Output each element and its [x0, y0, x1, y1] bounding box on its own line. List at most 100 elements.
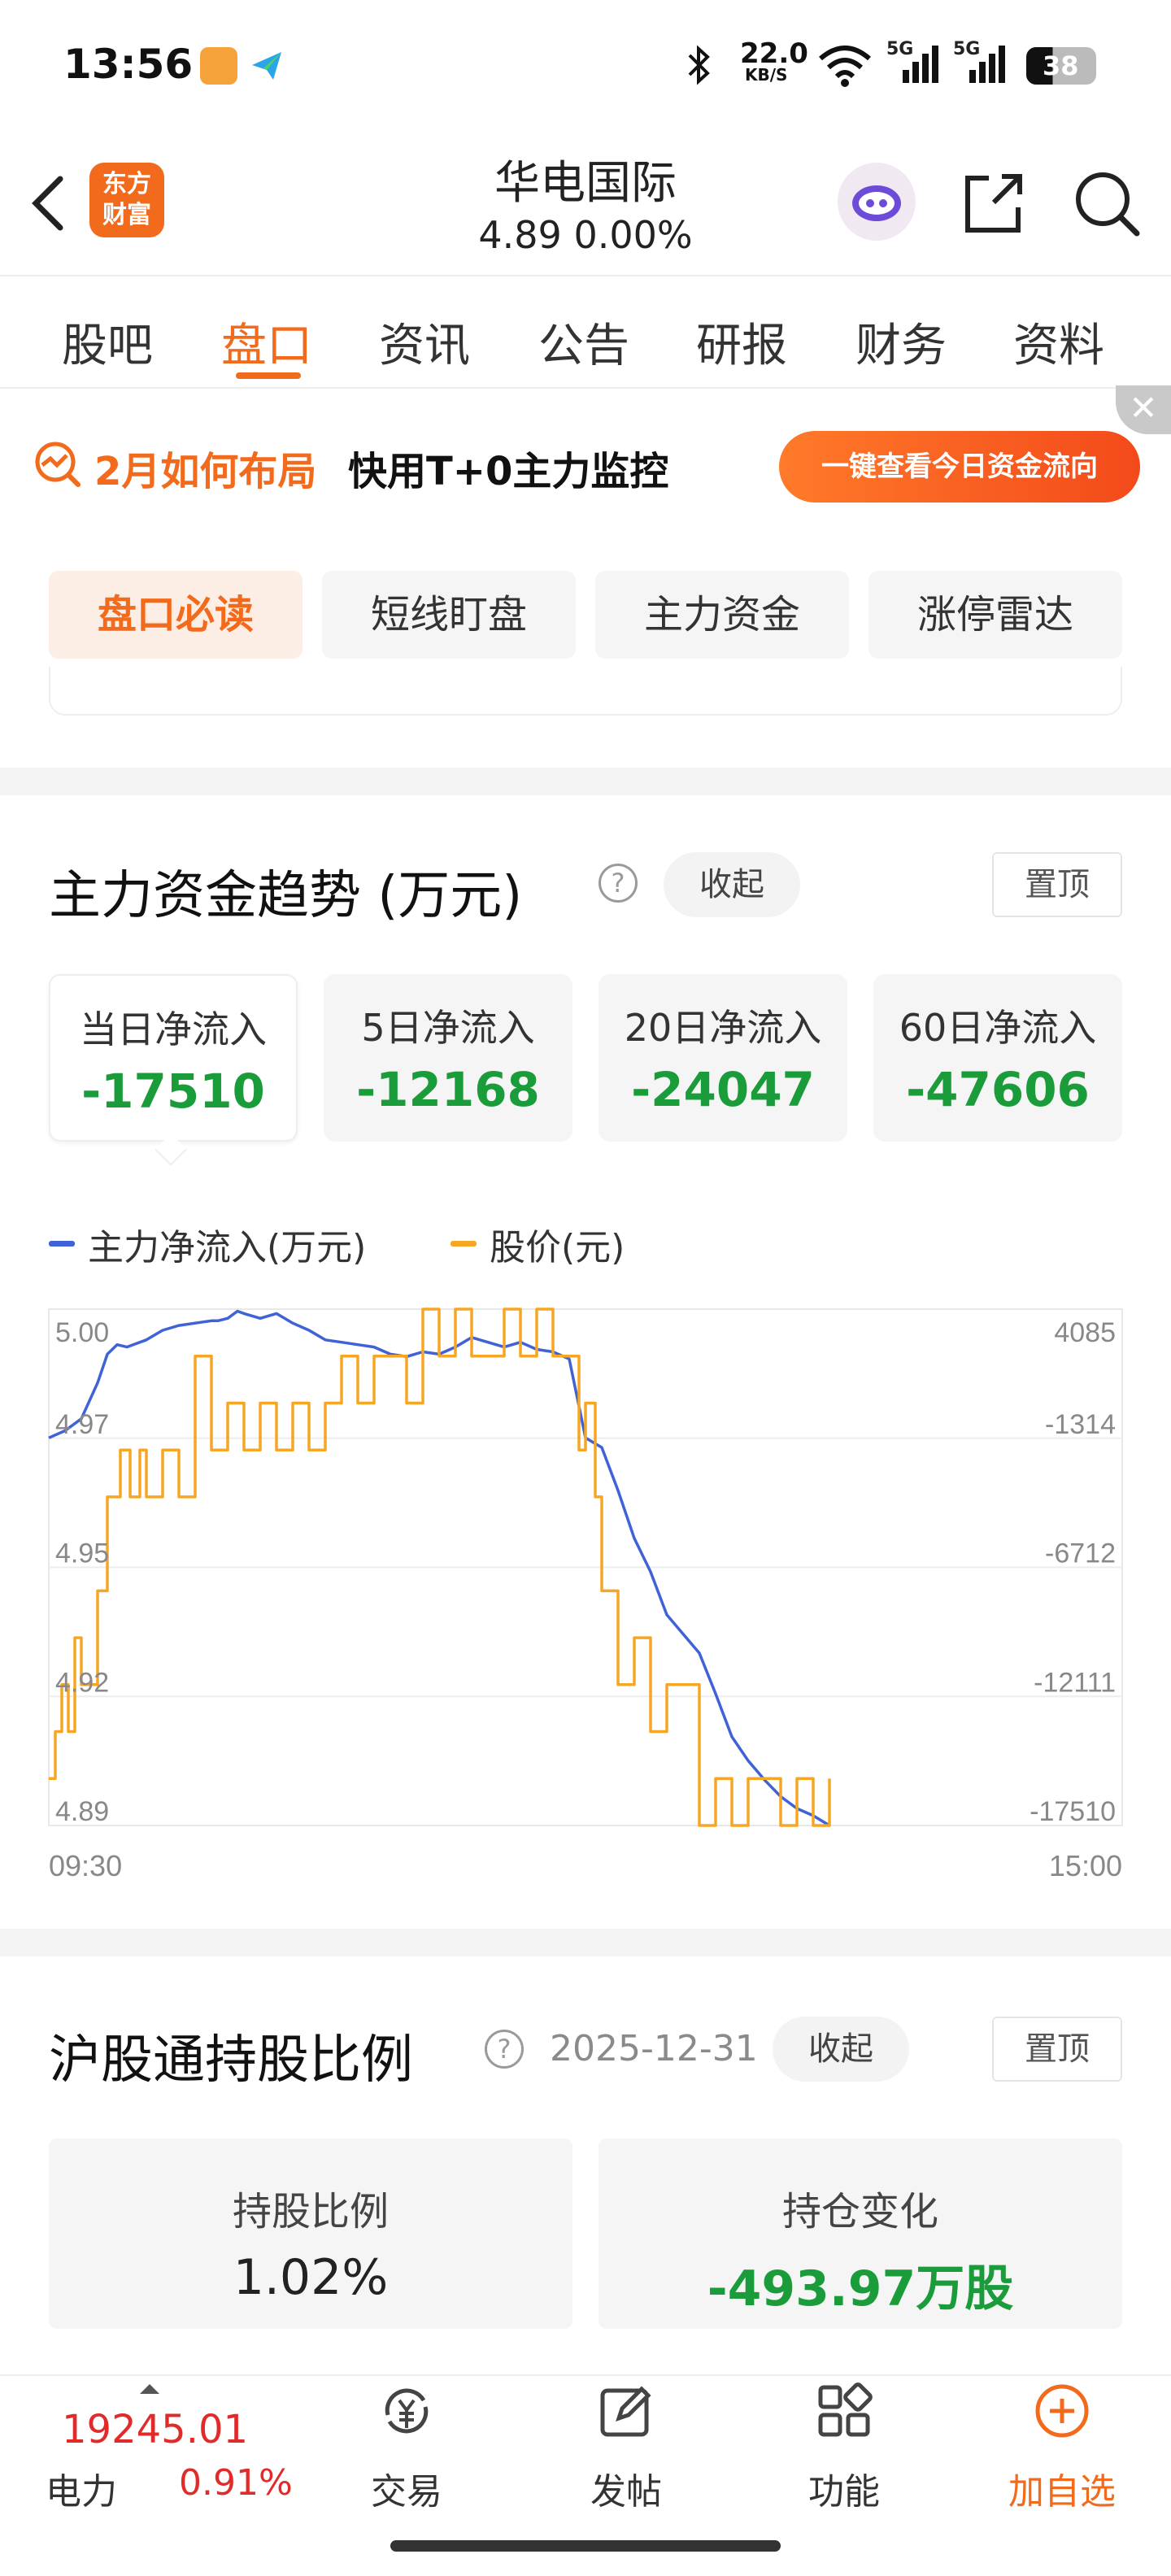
y-right-tick-label: -17510 — [1030, 1796, 1116, 1827]
legend-swatch-netflow — [49, 1241, 75, 1247]
search-icon[interactable] — [1070, 167, 1143, 240]
promo-cta-button[interactable]: 一键查看今日资金流向 — [779, 431, 1140, 503]
flow-card-label: 当日净流入 — [80, 1007, 267, 1051]
flow-collapse-button[interactable]: 收起 — [664, 852, 800, 917]
tab-news[interactable]: 资讯 — [379, 309, 470, 375]
flow-card-value: -47606 — [906, 1062, 1090, 1117]
promo-chart-icon — [35, 442, 81, 487]
back-icon[interactable] — [24, 171, 73, 236]
flow-card-20d[interactable]: 20日净流入 -24047 — [599, 974, 847, 1142]
promo-close-button[interactable]: ✕ — [1116, 385, 1171, 434]
card-bottom-edge — [49, 667, 1122, 716]
nav-post-label: 发帖 — [590, 2471, 662, 2513]
holding-change-label: 持仓变化 — [781, 2189, 938, 2234]
stock-price: 4.89 0.00% — [478, 213, 693, 257]
send-notification-icon — [249, 47, 286, 85]
status-time: 13:56 — [63, 41, 194, 88]
tab-announcements[interactable]: 公告 — [538, 309, 629, 375]
tab-profile[interactable]: 资料 — [1013, 309, 1104, 375]
yuan-cycle-icon — [385, 2388, 429, 2434]
brand-logo[interactable]: 东方 财富 — [89, 163, 164, 237]
sector-index-name[interactable]: 电力 — [46, 2462, 117, 2514]
share-icon[interactable] — [956, 167, 1030, 240]
subtab-short-term[interactable]: 短线盯盘 — [322, 571, 576, 659]
section-divider — [0, 768, 1171, 795]
grid-icon — [818, 2382, 873, 2437]
signal-icon-2 — [969, 46, 1005, 83]
signal-icon-1 — [903, 46, 938, 83]
holding-ratio-label: 持股比例 — [232, 2189, 389, 2234]
y-right-tick-label: -6712 — [1045, 1538, 1116, 1569]
subtab-main-funds[interactable]: 主力资金 — [595, 571, 849, 659]
robot-avatar[interactable] — [838, 163, 916, 241]
hk-date: 2025-12-31 — [550, 2028, 758, 2069]
net-speed-unit: KB/S — [745, 65, 788, 85]
legend-label-price: 股价(元) — [490, 1227, 625, 1268]
y-right-tick-label: -1314 — [1045, 1409, 1116, 1440]
flow-section-title: 主力资金趋势 (万元) — [49, 866, 523, 926]
series-line-netflow — [48, 1309, 830, 1827]
flow-card-value: -24047 — [631, 1062, 815, 1117]
nav-post[interactable]: 发帖 — [537, 2382, 716, 2521]
app-notification-icon — [200, 47, 237, 85]
tab-bar: 股吧 盘口 资讯 公告 研报 财务 资料 — [0, 275, 1171, 389]
flow-chart[interactable]: 5.00 4.97 4.95 4.92 4.89 4085 -1314 -6712 -12111… — [0, 1285, 1171, 1886]
nav-trade[interactable]: 交易 — [317, 2382, 496, 2521]
x-tick-label: 09:30 — [49, 1849, 122, 1882]
flow-card-5d[interactable]: 5日净流入 -12168 — [324, 974, 572, 1142]
legend-label-netflow: 主力净流入(万元) — [88, 1227, 367, 1268]
flow-help-icon[interactable]: ? — [599, 864, 638, 903]
flow-card-today[interactable]: 当日净流入 -17510 — [49, 974, 298, 1142]
nav-functions-label: 功能 — [808, 2471, 880, 2513]
sector-index-value[interactable]: 19245.01 — [62, 2407, 248, 2452]
active-tab-indicator — [236, 372, 301, 379]
nav-add-watchlist-label: 加自选 — [1008, 2471, 1116, 2513]
home-indicator — [390, 2540, 781, 2552]
flow-card-value: -12168 — [356, 1062, 540, 1117]
holding-ratio-card: 持股比例 1.02% — [49, 2139, 572, 2329]
flow-card-label: 20日净流入 — [624, 1006, 822, 1050]
y-right-tick-label: 4085 — [1054, 1317, 1116, 1348]
expand-caret-icon[interactable] — [138, 2382, 161, 2395]
tab-finance[interactable]: 财务 — [855, 309, 947, 375]
bluetooth-icon — [688, 45, 710, 85]
hk-collapse-button[interactable]: 收起 — [773, 2017, 909, 2082]
logo-line1: 东方 — [102, 170, 151, 198]
y-left-tick-label: 5.00 — [55, 1317, 109, 1348]
subtab-must-read[interactable]: 盘口必读 — [49, 571, 303, 659]
nav-functions[interactable]: 功能 — [755, 2382, 934, 2521]
promo-title: 2月如何布局 — [94, 449, 317, 494]
y-right-tick-label: -12111 — [1034, 1667, 1116, 1698]
nav-trade-label: 交易 — [371, 2471, 442, 2513]
holding-change-value: -493.97万股 — [707, 2261, 1014, 2317]
promo-subtitle: 快用T+0主力监控 — [348, 449, 669, 494]
tab-guba[interactable]: 股吧 — [62, 309, 153, 375]
status-bar: 13:56 22.0 KB/S 5G 5G 38 — [0, 0, 1171, 130]
add-circle-icon — [1035, 2384, 1089, 2438]
sector-index-change[interactable]: 0.91% — [179, 2462, 293, 2504]
flow-card-60d[interactable]: 60日净流入 -47606 — [873, 974, 1122, 1142]
x-tick-label: 15:00 — [1049, 1849, 1122, 1882]
holding-ratio-value: 1.02% — [233, 2249, 389, 2306]
section-divider — [0, 1929, 1171, 1956]
stock-name: 华电国际 — [494, 157, 677, 210]
flow-card-label: 60日净流入 — [899, 1006, 1097, 1050]
holding-change-card: 持仓变化 -493.97万股 — [599, 2139, 1122, 2329]
tab-research[interactable]: 研报 — [696, 309, 787, 375]
subtab-limit-up-radar[interactable]: 涨停雷达 — [868, 571, 1122, 659]
legend-swatch-price — [451, 1241, 477, 1247]
nav-add-watchlist[interactable]: 加自选 — [973, 2382, 1151, 2521]
y-left-tick-label: 4.92 — [55, 1667, 109, 1698]
y-left-tick-label: 4.89 — [55, 1796, 109, 1827]
y-left-tick-label: 4.97 — [55, 1409, 109, 1440]
edit-icon — [600, 2386, 651, 2437]
flow-card-value: -17510 — [81, 1064, 265, 1119]
flow-card-label: 5日净流入 — [361, 1006, 535, 1050]
hk-section-title: 沪股通持股比例 — [49, 2030, 413, 2091]
hk-help-icon[interactable]: ? — [485, 2030, 524, 2069]
hk-pin-button[interactable]: 置顶 — [992, 2017, 1122, 2082]
battery-level: 38 — [1043, 50, 1079, 81]
flow-pin-button[interactable]: 置顶 — [992, 852, 1122, 917]
wifi-icon — [819, 46, 871, 87]
tab-pankou[interactable]: 盘口 — [221, 309, 312, 375]
